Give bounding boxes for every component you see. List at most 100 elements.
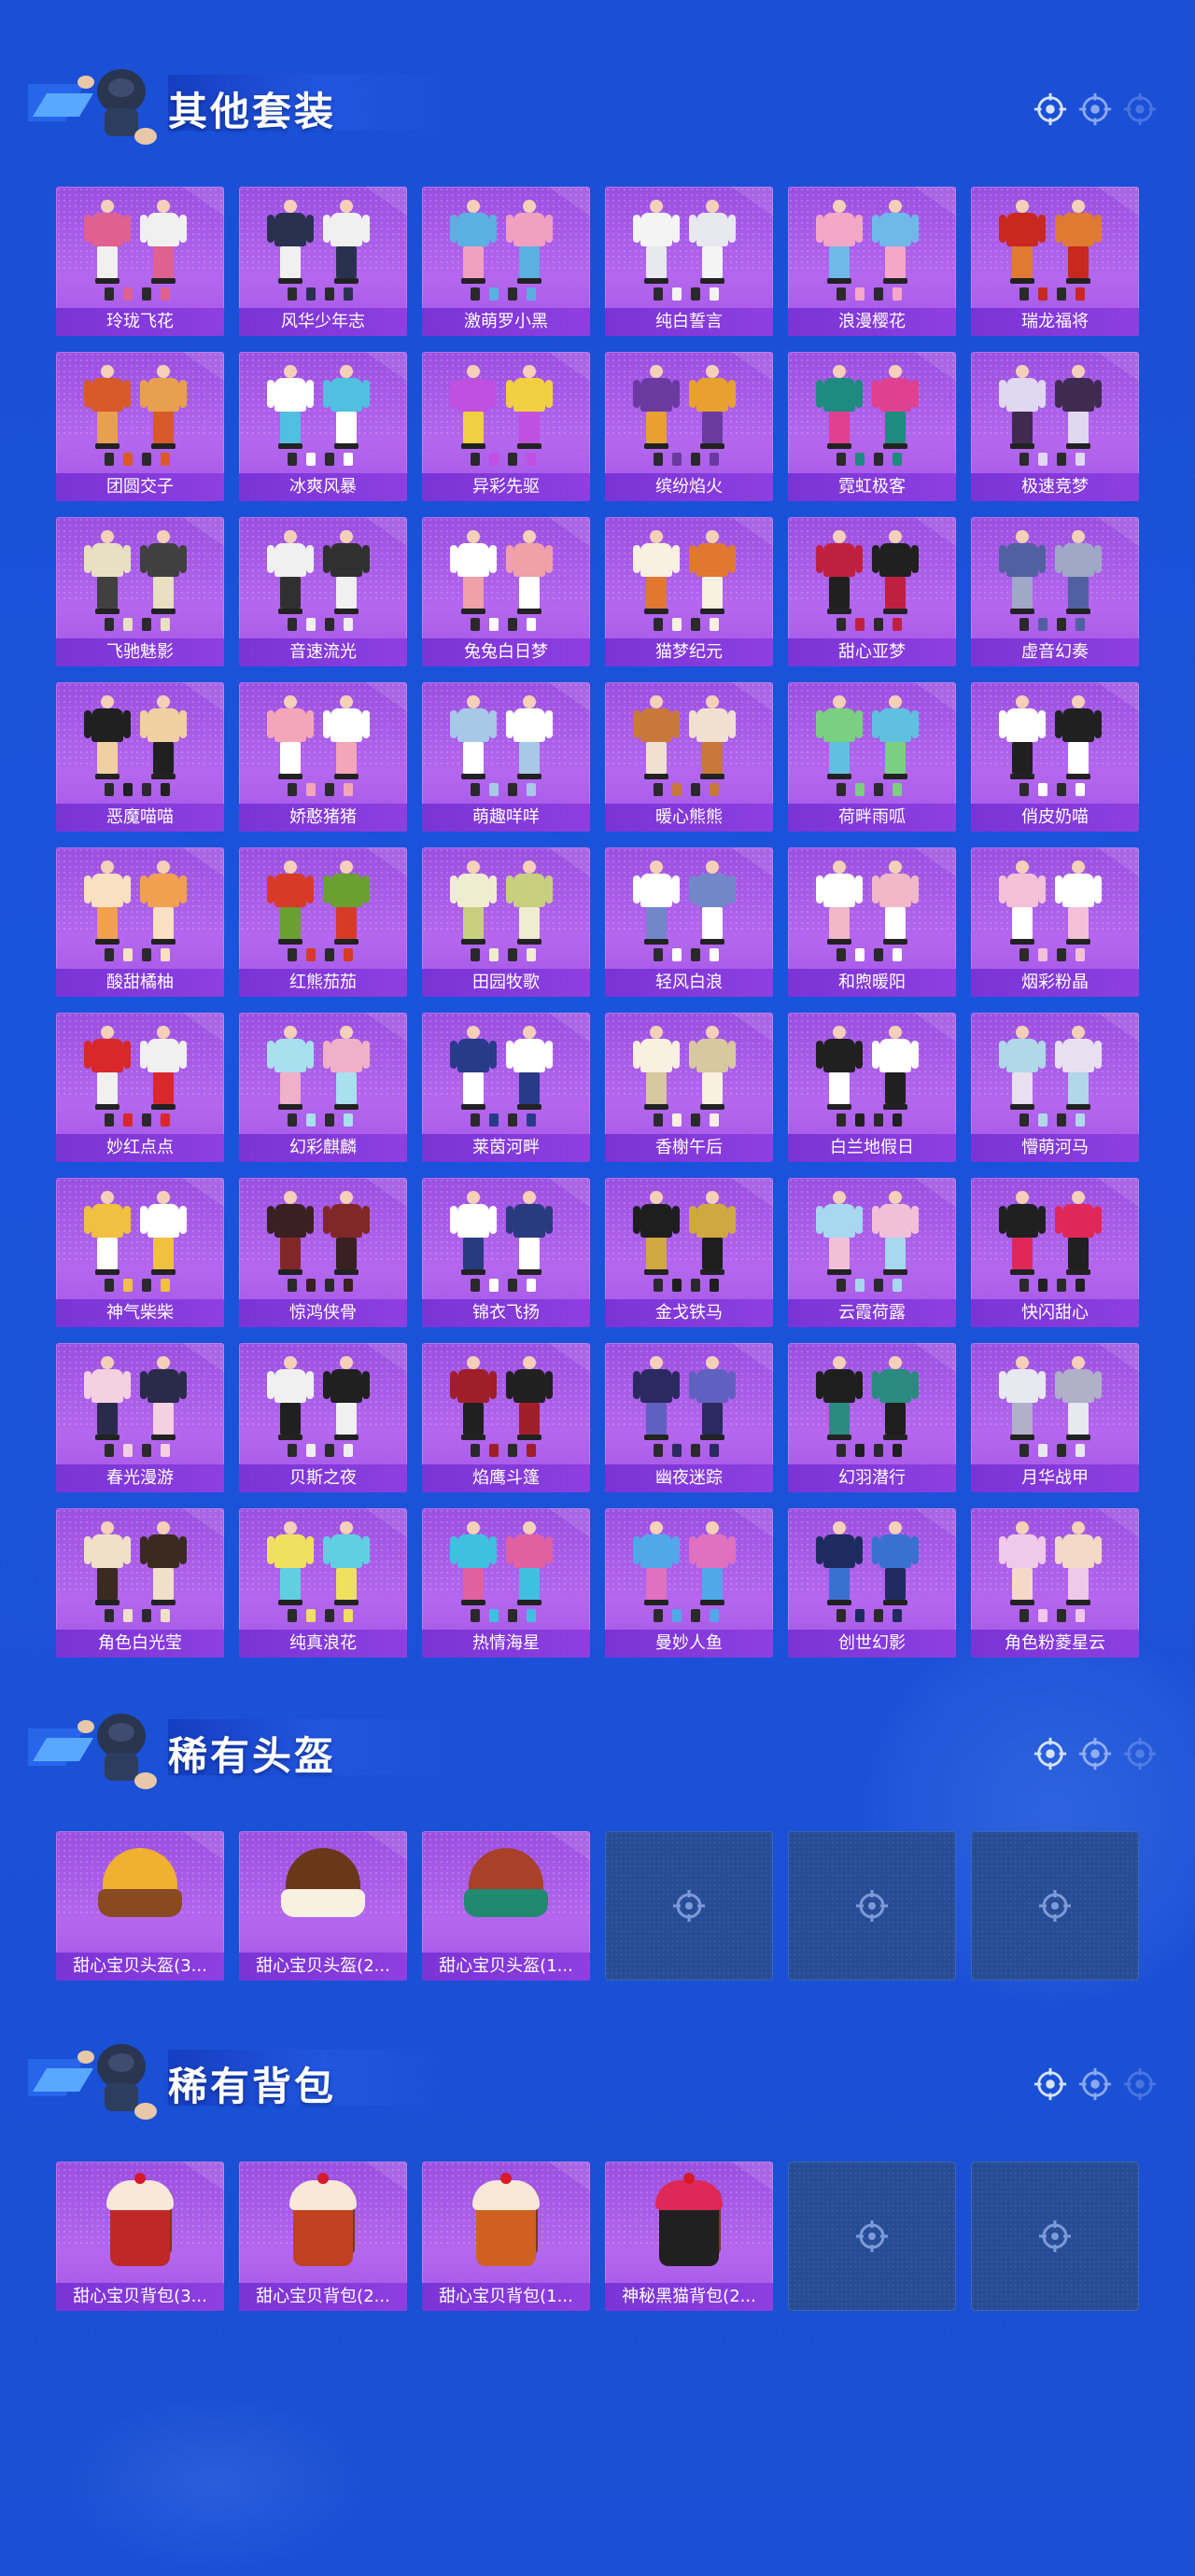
outfit-card[interactable]: 音速流光 xyxy=(239,517,407,666)
backpack-card[interactable]: 神秘黑猫背包(2... xyxy=(605,2162,773,2311)
outfit-card[interactable]: 幽夜迷踪 xyxy=(605,1343,773,1492)
figure-top xyxy=(91,708,123,742)
outfit-card[interactable]: 快闪甜心 xyxy=(971,1178,1139,1327)
crosshair-icon xyxy=(1039,1890,1071,1922)
figure-arm xyxy=(362,1206,370,1234)
accessory-item xyxy=(489,287,499,301)
accessory-item xyxy=(1057,1113,1066,1127)
outfit-card[interactable]: 幻羽潜行 xyxy=(788,1343,956,1492)
outfit-card[interactable]: 冰爽风暴 xyxy=(239,352,407,501)
outfit-card[interactable]: 激萌罗小黑 xyxy=(422,187,590,336)
figure-shoes xyxy=(700,1269,724,1275)
backpack-card[interactable]: 甜心宝贝背包(3... xyxy=(56,2162,224,2311)
helmet-card[interactable]: 甜心宝贝头盔(1... xyxy=(422,1831,590,1981)
figure-bottom xyxy=(463,742,484,774)
accessory-item xyxy=(123,948,133,961)
outfit-card[interactable]: 纯真浪花 xyxy=(239,1508,407,1658)
outfit-card[interactable]: 轻风白浪 xyxy=(605,847,773,997)
figure-shoes xyxy=(644,609,668,614)
outfit-card[interactable]: 霓虹极客 xyxy=(788,352,956,501)
accessory-item xyxy=(1076,783,1085,796)
accessory-item xyxy=(836,1609,846,1622)
outfit-figure xyxy=(633,1356,680,1440)
figure-head xyxy=(467,695,480,708)
outfit-card[interactable]: 暖心熊熊 xyxy=(605,682,773,832)
outfit-card[interactable]: 红熊茄茄 xyxy=(239,847,407,997)
outfit-card[interactable]: 惊鸿侠骨 xyxy=(239,1178,407,1327)
figure-shoes xyxy=(644,774,668,779)
outfit-card[interactable]: 创世幻影 xyxy=(788,1508,956,1658)
outfit-card[interactable]: 甜心亚梦 xyxy=(788,517,956,666)
header-decoration xyxy=(1033,2066,1158,2102)
figure-top xyxy=(823,1204,855,1238)
backpack-card[interactable]: 甜心宝贝背包(1... xyxy=(422,2162,590,2311)
outfit-card[interactable]: 瑞龙福将 xyxy=(971,187,1139,336)
outfit-card[interactable]: 角色白光莹 xyxy=(56,1508,224,1658)
outfit-card[interactable]: 金戈铁马 xyxy=(605,1178,773,1327)
outfit-card[interactable]: 纯白誓言 xyxy=(605,187,773,336)
outfit-card[interactable]: 荷畔雨呱 xyxy=(788,682,956,832)
outfit-card[interactable]: 浪漫樱花 xyxy=(788,187,956,336)
figure-arm xyxy=(267,710,274,738)
outfit-card[interactable]: 香榭午后 xyxy=(605,1013,773,1162)
figure-arm xyxy=(506,380,513,408)
figure-arm xyxy=(140,380,148,408)
outfit-card[interactable]: 热情海星 xyxy=(422,1508,590,1658)
figure-bottom xyxy=(1012,577,1033,609)
outfit-card[interactable]: 莱茵河畔 xyxy=(422,1013,590,1162)
outfit-card[interactable]: 恶魔喵喵 xyxy=(56,682,224,832)
outfit-card[interactable]: 春光漫游 xyxy=(56,1343,224,1492)
outfit-card[interactable]: 贝斯之夜 xyxy=(239,1343,407,1492)
outfit-card[interactable]: 玲珑飞花 xyxy=(56,187,224,336)
accessory-item xyxy=(672,287,682,301)
outfit-card[interactable]: 锦衣飞扬 xyxy=(422,1178,590,1327)
outfit-card[interactable]: 幻彩麒麟 xyxy=(239,1013,407,1162)
figure-shoes xyxy=(517,939,541,945)
outfit-figure xyxy=(84,365,131,449)
outfit-card[interactable]: 云霞荷露 xyxy=(788,1178,956,1327)
outfit-card[interactable]: 团圆交子 xyxy=(56,352,224,501)
backpack-top xyxy=(289,2180,357,2210)
outfit-card[interactable]: 月华战甲 xyxy=(971,1343,1139,1492)
outfit-card[interactable]: 妙红点点 xyxy=(56,1013,224,1162)
figure-arm xyxy=(1055,875,1062,903)
accessory-item xyxy=(855,783,865,796)
figure-bottom xyxy=(280,246,301,278)
figure-bottom xyxy=(702,1238,723,1269)
outfit-card[interactable]: 缤纷焰火 xyxy=(605,352,773,501)
outfit-card[interactable]: 萌趣咩咩 xyxy=(422,682,590,832)
outfit-card[interactable]: 角色粉菱星云 xyxy=(971,1508,1139,1658)
outfit-card[interactable]: 田园牧歌 xyxy=(422,847,590,997)
figure-arm xyxy=(689,545,696,573)
outfit-card[interactable]: 猫梦纪元 xyxy=(605,517,773,666)
helmet-card[interactable]: 甜心宝贝头盔(2... xyxy=(239,1831,407,1981)
outfit-card[interactable]: 异彩先驱 xyxy=(422,352,590,501)
outfit-card[interactable]: 飞驰魅影 xyxy=(56,517,224,666)
item-label: 月华战甲 xyxy=(971,1464,1139,1492)
outfit-card[interactable]: 酸甜橘柚 xyxy=(56,847,224,997)
outfit-card[interactable]: 曼妙人鱼 xyxy=(605,1508,773,1658)
figure-arm xyxy=(545,1206,553,1234)
outfit-card[interactable]: 烟彩粉晶 xyxy=(971,847,1139,997)
outfit-card[interactable]: 娇憨猪猪 xyxy=(239,682,407,832)
accessory-item xyxy=(1076,1444,1085,1457)
outfit-card[interactable]: 白兰地假日 xyxy=(788,1013,956,1162)
helmet-card[interactable]: 甜心宝贝头盔(3... xyxy=(56,1831,224,1981)
outfit-card[interactable]: 焰鹰斗篷 xyxy=(422,1343,590,1492)
outfit-card[interactable]: 和煦暖阳 xyxy=(788,847,956,997)
item-label: 萌趣咩咩 xyxy=(422,804,590,832)
item-label: 荷畔雨呱 xyxy=(788,804,956,832)
outfit-card[interactable]: 神气柴柴 xyxy=(56,1178,224,1327)
figure-arm xyxy=(672,1371,680,1399)
outfit-card[interactable]: 兔兔白日梦 xyxy=(422,517,590,666)
backpack-card[interactable]: 甜心宝贝背包(2... xyxy=(239,2162,407,2311)
outfit-card[interactable]: 虚音幻奏 xyxy=(971,517,1139,666)
outfit-card[interactable]: 懵萌河马 xyxy=(971,1013,1139,1162)
outfit-card[interactable]: 风华少年志 xyxy=(239,187,407,336)
outfit-card[interactable]: 极速竞梦 xyxy=(971,352,1139,501)
accessory-item xyxy=(123,1444,133,1457)
outfit-figure xyxy=(689,1356,736,1440)
figure-top xyxy=(91,874,123,907)
figure-shoes xyxy=(1010,278,1034,284)
outfit-card[interactable]: 俏皮奶喵 xyxy=(971,682,1139,832)
